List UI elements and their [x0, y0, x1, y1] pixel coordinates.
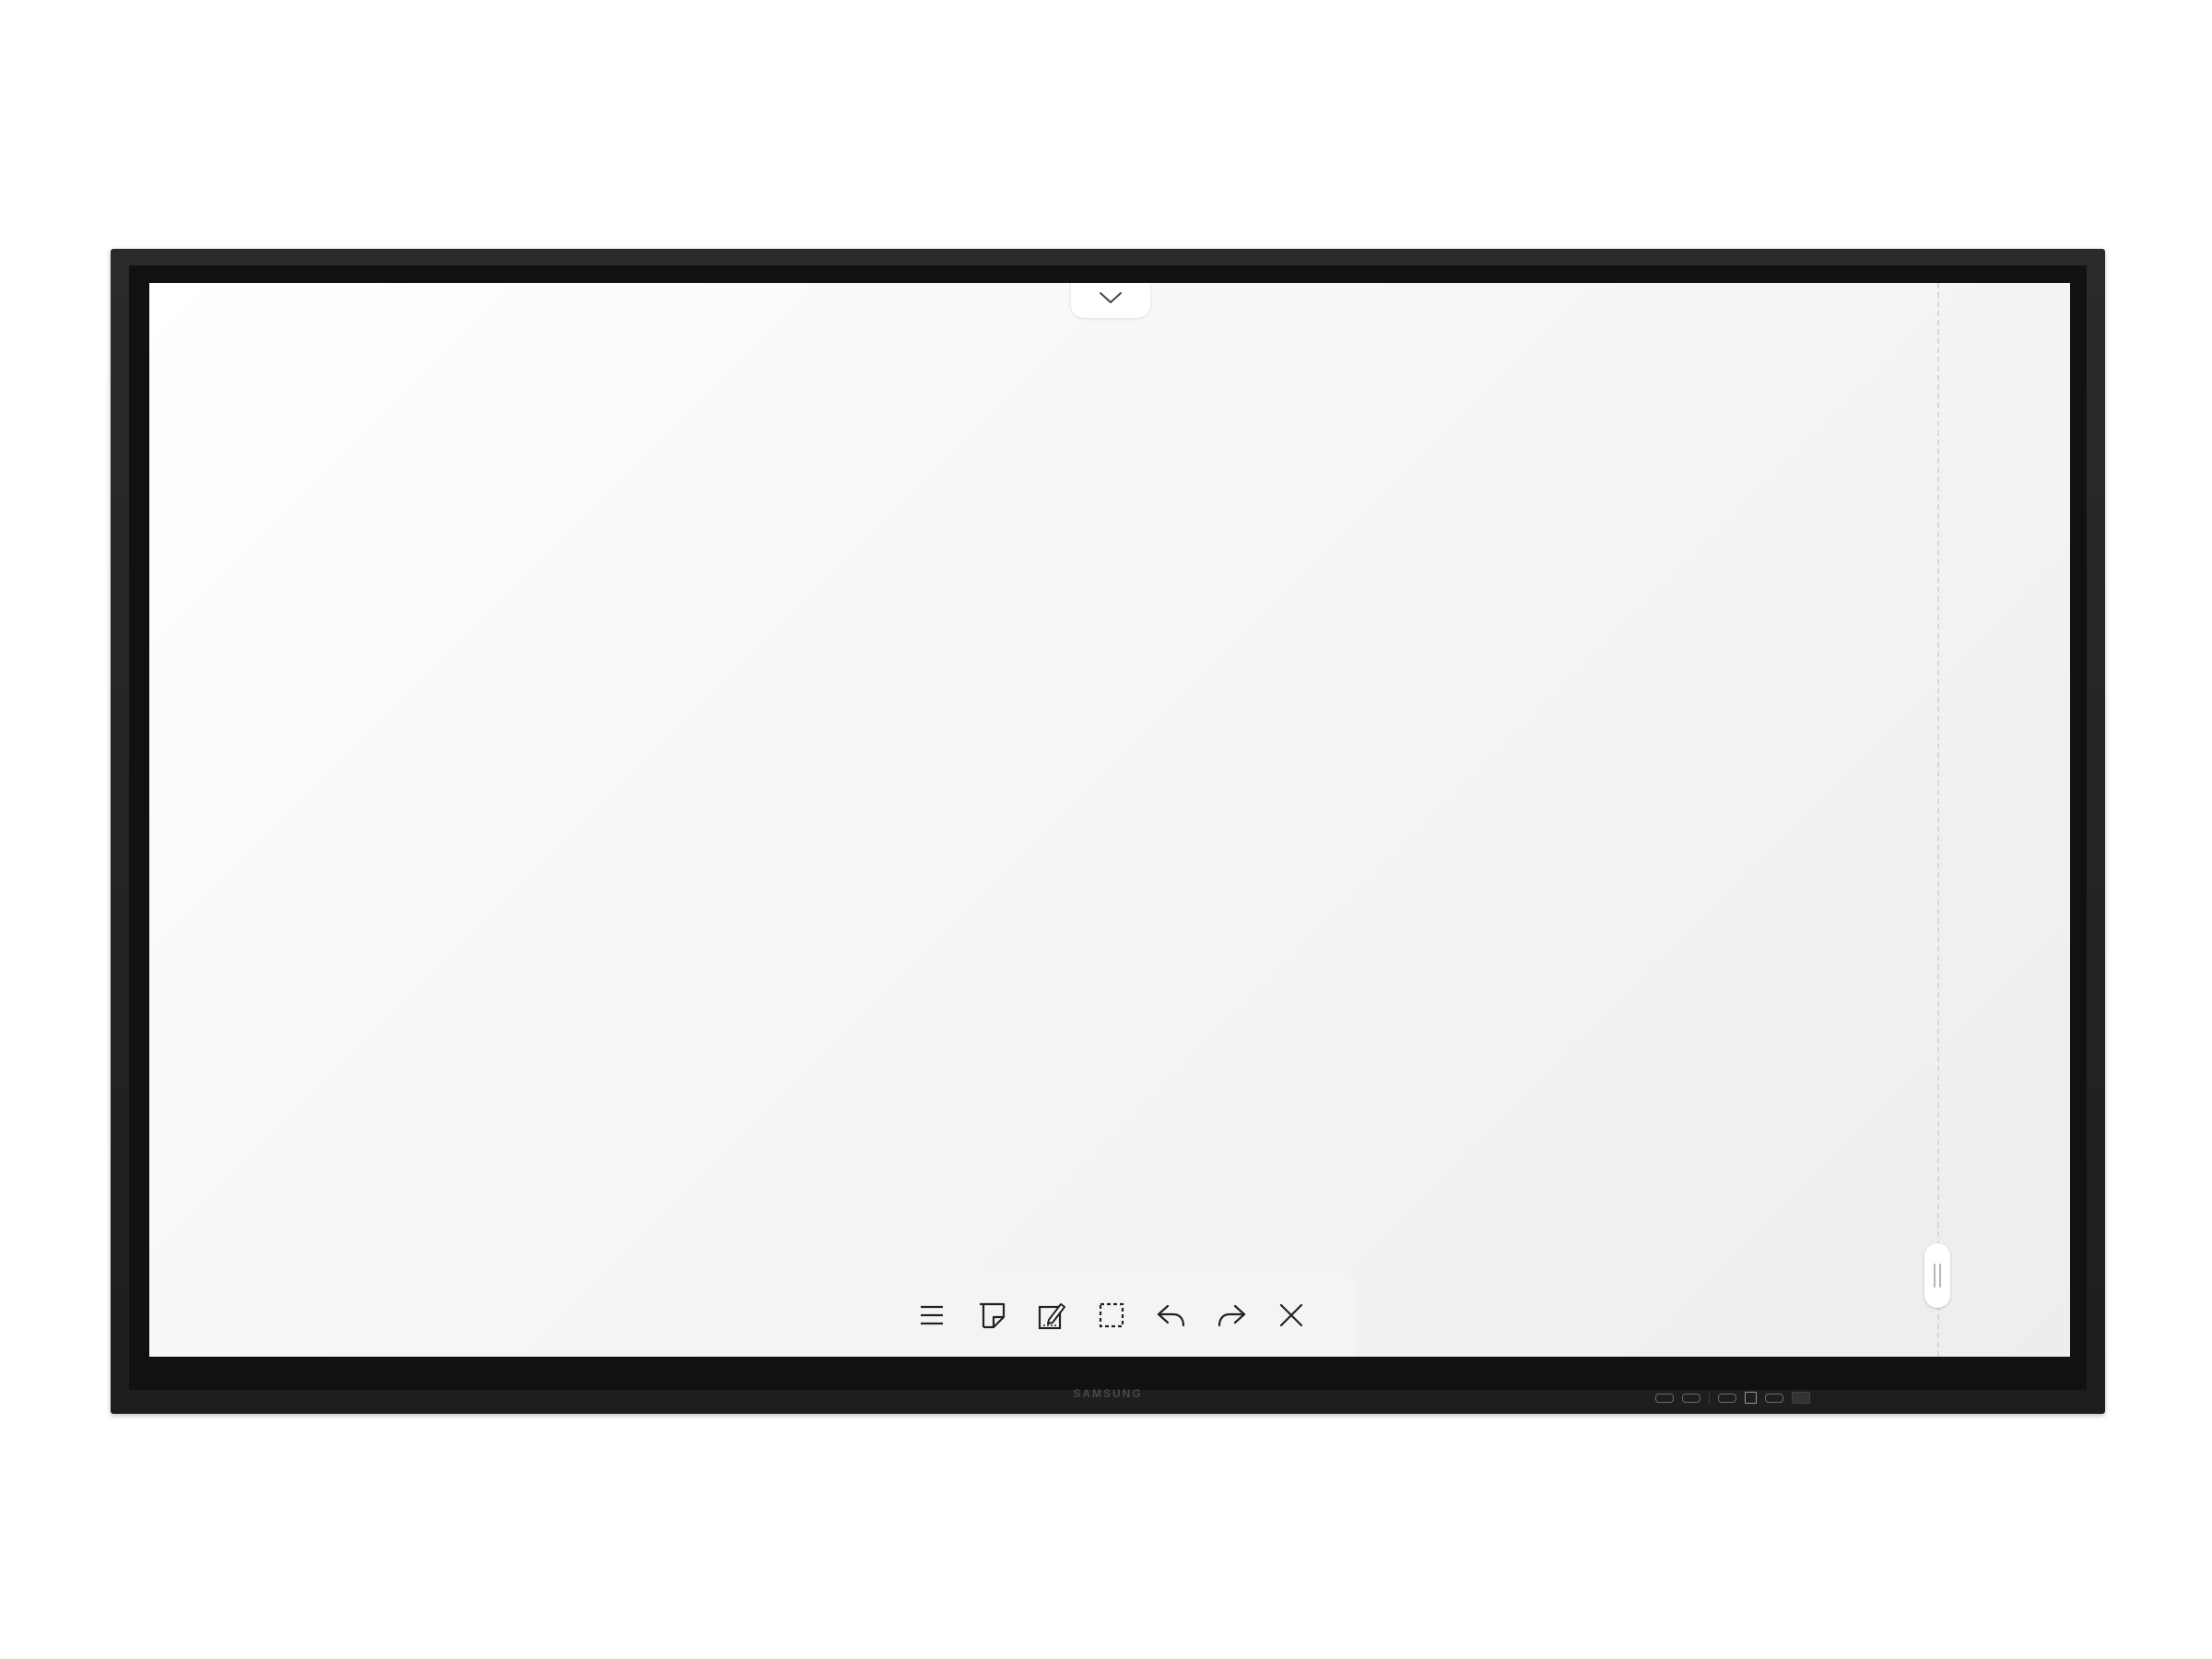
select-area-icon: [1095, 1299, 1128, 1336]
bottom-toolbar: [866, 1271, 1357, 1357]
chevron-down-icon: [1098, 290, 1124, 310]
page-divider: [1937, 283, 1939, 1357]
menu-icon: [915, 1299, 948, 1336]
front-ports: [1655, 1392, 1810, 1404]
menu-button[interactable]: [912, 1298, 951, 1336]
whiteboard-canvas[interactable]: [149, 283, 2070, 1357]
product-shot: SAMSUNG: [0, 0, 2212, 1659]
top-pulldown-tab[interactable]: [1071, 283, 1150, 318]
close-icon: [1275, 1299, 1308, 1336]
port-icon: [1682, 1393, 1700, 1403]
port-icon: [1718, 1393, 1736, 1403]
port-icon: [1765, 1393, 1783, 1403]
undo-button[interactable]: [1152, 1298, 1191, 1336]
flip-display: SAMSUNG: [111, 249, 2105, 1414]
side-drag-handle[interactable]: [1924, 1243, 1950, 1308]
edit-page-icon: [1035, 1299, 1068, 1336]
sticky-note-button[interactable]: [972, 1298, 1011, 1336]
edit-page-button[interactable]: [1032, 1298, 1071, 1336]
drag-handle-grip: [1939, 1264, 1941, 1288]
undo-icon: [1155, 1299, 1188, 1336]
sticky-note-icon: [975, 1299, 1008, 1336]
divider: [1709, 1392, 1710, 1404]
redo-icon: [1215, 1299, 1248, 1336]
port-icon: [1655, 1393, 1674, 1403]
drag-handle-icon: [1934, 1264, 1936, 1288]
power-button[interactable]: [1745, 1392, 1757, 1404]
select-area-button[interactable]: [1092, 1298, 1131, 1336]
redo-button[interactable]: [1212, 1298, 1251, 1336]
close-button[interactable]: [1272, 1298, 1311, 1336]
sensor-icon: [1792, 1392, 1810, 1404]
